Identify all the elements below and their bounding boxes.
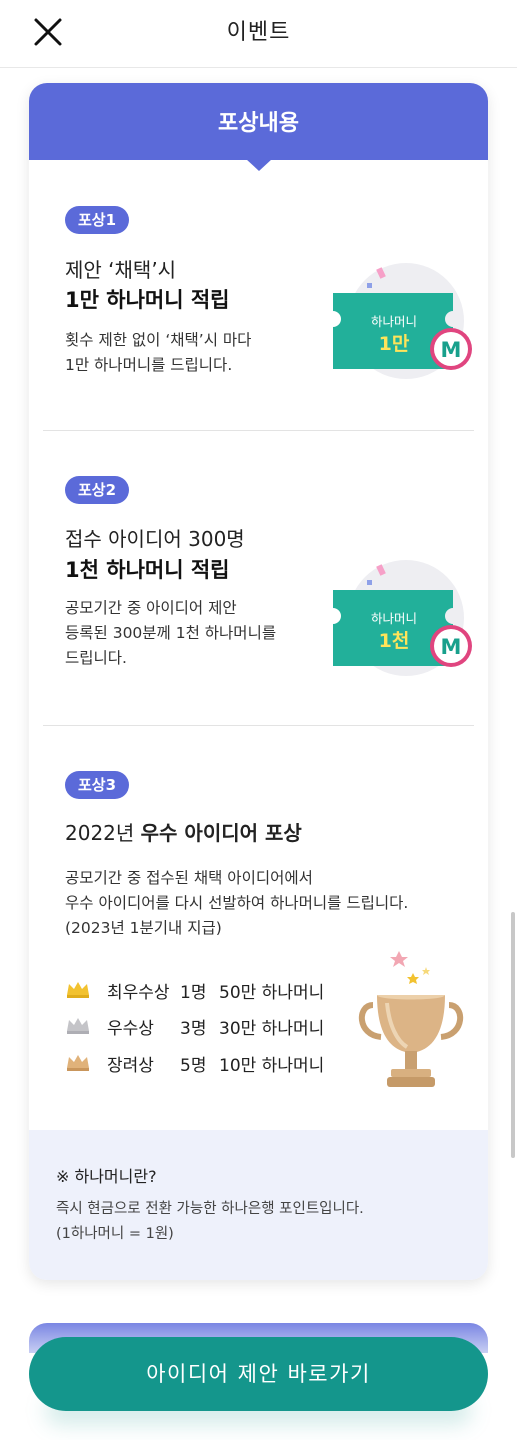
ticket-value: 1만 — [378, 333, 410, 355]
prize3-title-year: 2022년 — [65, 821, 141, 845]
prize3-badge: 포상3 — [65, 771, 130, 799]
prize2-line1: 접수 아이디어 300명 — [65, 527, 245, 551]
prize2-line2: 1천 하나머니 적립 — [65, 558, 230, 582]
prize3-title-bold: 우수 아이디어 포상 — [140, 821, 302, 845]
hanamoney-note: ※ 하나머니란? 즉시 현금으로 전환 가능한 하나은행 포인트입니다. (1하… — [29, 1130, 488, 1280]
prize1-line1: 제안 ‘채택’시 — [65, 258, 177, 282]
prize3-title: 2022년 우수 아이디어 포상 — [65, 817, 302, 846]
prize1-desc: 횟수 제한 없이 ‘채택’시 마다 1만 하나머니를 드립니다. — [65, 328, 251, 378]
ticket-label: 하나머니 — [370, 314, 417, 329]
prize1-badge: 포상1 — [65, 206, 130, 234]
card-title: 포상내용 — [218, 111, 299, 136]
prize1-desc-line: 1만 하나머니를 드립니다. — [65, 356, 233, 374]
trophy-icon — [358, 951, 464, 1087]
hanamoney-1cheon-illustration: M 하나머니 1천 — [331, 558, 481, 678]
note-desc-line: 즉시 현금으로 전환 가능한 하나은행 포인트입니다. — [56, 1201, 364, 1217]
award-amount: 10만 하나머니 — [219, 1056, 325, 1076]
page-title: 이벤트 — [226, 20, 291, 45]
prize2-desc-line: 등록된 300분께 1천 하나머니를 — [65, 624, 277, 642]
award-count: 5명 — [180, 1056, 207, 1076]
prize3-desc-line: 공모기간 중 접수된 채택 아이디어에서 — [65, 869, 313, 887]
award-count: 1명 — [180, 983, 207, 1003]
gold-crown-icon — [67, 982, 89, 998]
section-divider — [43, 430, 474, 431]
note-desc: 즉시 현금으로 전환 가능한 하나은행 포인트입니다. (1하나머니 = 1원) — [56, 1197, 364, 1247]
prize3-desc: 공모기간 중 접수된 채택 아이디어에서 우수 아이디어를 다시 선발하여 하나… — [65, 866, 408, 941]
ticket-value: 1천 — [378, 630, 410, 652]
note-title: ※ 하나머니란? — [56, 1167, 157, 1186]
prize2-desc-line: 공모기간 중 아이디어 제안 — [65, 599, 237, 617]
award-name: 최우수상 — [107, 983, 170, 1003]
award-name: 장려상 — [107, 1056, 154, 1076]
card-header: 포상내용 — [29, 83, 488, 160]
section-divider — [43, 725, 474, 726]
header-notch — [246, 159, 272, 171]
bronze-crown-icon — [67, 1055, 89, 1071]
award-amount: 50만 하나머니 — [219, 983, 325, 1003]
silver-crown-icon — [67, 1018, 89, 1034]
award-name: 우수상 — [107, 1019, 154, 1039]
award-count: 3명 — [180, 1019, 207, 1039]
submit-idea-button[interactable]: 아이디어 제안 바로가기 — [29, 1337, 488, 1411]
top-bar: 이벤트 — [0, 0, 517, 68]
hanamoney-1man-illustration: M 하나머니 1만 — [331, 261, 481, 381]
prize2-desc: 공모기간 중 아이디어 제안 등록된 300분께 1천 하나머니를 드립니다. — [65, 596, 276, 671]
award-amount: 30만 하나머니 — [219, 1019, 325, 1039]
prize1-line2: 1만 하나머니 적립 — [65, 288, 230, 312]
prize3-desc-line: 우수 아이디어를 다시 선발하여 하나머니를 드립니다. — [65, 894, 409, 912]
prize2-desc-line: 드립니다. — [65, 649, 127, 667]
scrollbar[interactable] — [511, 912, 515, 1158]
ticket-label: 하나머니 — [370, 611, 417, 626]
prize1-desc-line: 횟수 제한 없이 ‘채택’시 마다 — [65, 331, 252, 349]
reward-card: 포상내용 포상1 제안 ‘채택’시 1만 하나머니 적립 횟수 제한 없이 ‘채… — [29, 83, 488, 1280]
note-desc-line: (1하나머니 = 1원) — [56, 1226, 174, 1242]
prize2-badge: 포상2 — [65, 476, 130, 504]
prize3-desc-line: (2023년 1분기내 지급) — [65, 919, 222, 937]
